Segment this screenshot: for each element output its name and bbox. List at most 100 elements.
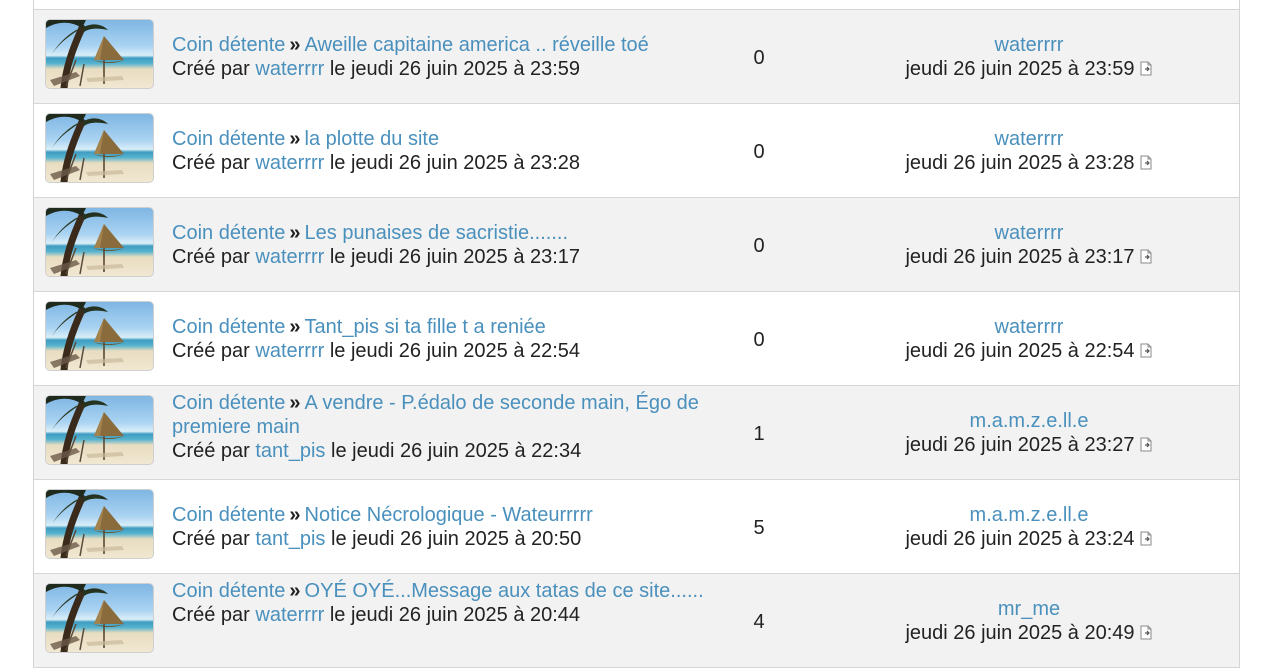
topic-title-link[interactable]: Aweille capitaine america .. réveille to… [305, 34, 649, 56]
go-to-last-post-icon[interactable] [1140, 246, 1153, 264]
forum-link[interactable]: Coin détente [172, 580, 285, 602]
last-post: waterrrr jeudi 26 juin 2025 à 23:59 [879, 33, 1179, 81]
topic-row: Coin détente» Tant_pis si ta fille t a re… [34, 292, 1239, 386]
breadcrumb-separator: » [289, 504, 301, 526]
reply-count: 4 [753, 611, 765, 633]
topic-meta: Créé par waterrrr le jeudi 26 juin 2025 … [172, 339, 707, 363]
forum-link[interactable]: Coin détente [172, 128, 285, 150]
author-link[interactable]: tant_pis [255, 528, 325, 550]
topic-thumbnail[interactable] [45, 113, 154, 183]
last-post-user[interactable]: waterrrr [995, 316, 1064, 338]
author-link[interactable]: waterrrr [255, 58, 324, 80]
last-post: waterrrr jeudi 26 juin 2025 à 22:54 [879, 315, 1179, 363]
forum-link[interactable]: Coin détente [172, 222, 285, 244]
topic-info: Coin détente» Tant_pis si ta fille t a re… [172, 315, 707, 363]
forum-link[interactable]: Coin détente [172, 316, 285, 338]
go-to-last-post-icon[interactable] [1140, 528, 1153, 546]
last-post-user[interactable]: m.a.m.z.e.ll.e [970, 504, 1089, 526]
topic-row: Coin détente» Notice Nécrologique - Wateu… [34, 480, 1239, 574]
date-prefix: le [329, 58, 346, 80]
topic-row: Coin détente» A vendre - P.édalo de secon… [34, 386, 1239, 480]
created-date: jeudi 26 juin 2025 à 23:28 [350, 152, 581, 174]
date-prefix: le [331, 440, 347, 462]
topic-thumbnail[interactable] [45, 19, 154, 89]
topic-info: Coin détente» Notice Nécrologique - Wateu… [172, 503, 707, 551]
topic-info: Coin détente» la plotte du site Créé par … [172, 127, 707, 175]
last-post-user[interactable]: m.a.m.z.e.ll.e [970, 410, 1089, 432]
created-by-label: Créé par [172, 152, 250, 174]
go-to-last-post-icon[interactable] [1140, 58, 1153, 76]
go-to-last-post-icon[interactable] [1140, 622, 1153, 640]
created-by-label: Créé par [172, 440, 250, 462]
topic-list: Coin détente» Aweille capitaine america .… [33, 0, 1240, 668]
forum-link[interactable]: Coin détente [172, 504, 285, 526]
last-post: mr_me jeudi 26 juin 2025 à 20:49 [879, 597, 1179, 645]
created-date: jeudi 26 juin 2025 à 22:54 [350, 340, 581, 362]
breadcrumb-separator: » [289, 580, 301, 602]
topic-meta: Créé par waterrrr le jeudi 26 juin 2025 … [172, 603, 707, 627]
last-post-user[interactable]: waterrrr [995, 128, 1064, 150]
topic-meta: Créé par waterrrr le jeudi 26 juin 2025 … [172, 245, 707, 269]
last-post-date: jeudi 26 juin 2025 à 23:27 [905, 434, 1135, 456]
last-post: m.a.m.z.e.ll.e jeudi 26 juin 2025 à 23:2… [879, 503, 1179, 551]
topic-title-link[interactable]: la plotte du site [305, 128, 440, 150]
created-date: jeudi 26 juin 2025 à 20:44 [350, 604, 581, 626]
date-prefix: le [329, 246, 346, 268]
created-by-label: Créé par [172, 246, 250, 268]
last-post-user[interactable]: mr_me [998, 598, 1060, 620]
created-date: jeudi 26 juin 2025 à 23:59 [350, 58, 581, 80]
topic-info: Coin détente» Les punaises de sacristie..… [172, 221, 707, 269]
last-post: waterrrr jeudi 26 juin 2025 à 23:17 [879, 221, 1179, 269]
reply-count: 0 [753, 47, 765, 69]
topic-thumbnail[interactable] [45, 489, 154, 559]
topic-thumbnail[interactable] [45, 395, 154, 465]
topic-row [34, 0, 1239, 10]
breadcrumb-separator: » [289, 392, 301, 414]
author-link[interactable]: waterrrr [255, 604, 324, 626]
last-post-date: jeudi 26 juin 2025 à 23:17 [905, 246, 1135, 268]
topic-thumbnail[interactable] [45, 207, 154, 277]
go-to-last-post-icon[interactable] [1140, 340, 1153, 358]
reply-count: 0 [753, 329, 765, 351]
last-post-date: jeudi 26 juin 2025 à 22:54 [905, 340, 1135, 362]
last-post-user[interactable]: waterrrr [995, 34, 1064, 56]
go-to-last-post-icon[interactable] [1140, 434, 1153, 452]
reply-count: 5 [753, 517, 765, 539]
breadcrumb-separator: » [289, 316, 301, 338]
topic-thumbnail[interactable] [45, 583, 154, 653]
created-by-label: Créé par [172, 528, 250, 550]
author-link[interactable]: tant_pis [255, 440, 325, 462]
topic-meta: Créé par tant_pis le jeudi 26 juin 2025 … [172, 527, 707, 551]
topic-thumbnail[interactable] [45, 301, 154, 371]
topic-info: Coin détente» A vendre - P.édalo de secon… [172, 391, 707, 463]
date-prefix: le [329, 340, 346, 362]
topic-row: Coin détente» Les punaises de sacristie..… [34, 198, 1239, 292]
author-link[interactable]: waterrrr [255, 340, 324, 362]
topic-title-link[interactable]: Les punaises de sacristie....... [305, 222, 568, 244]
last-post: waterrrr jeudi 26 juin 2025 à 23:28 [879, 127, 1179, 175]
reply-count: 0 [753, 141, 765, 163]
topic-title-link[interactable]: Notice Nécrologique - Wateurrrrr [305, 504, 593, 526]
created-date: jeudi 26 juin 2025 à 20:50 [352, 528, 582, 550]
topic-row: Coin détente» OYÉ OYÉ...Message aux tatas… [34, 574, 1239, 668]
reply-count: 0 [753, 235, 765, 257]
topic-title-link[interactable]: Tant_pis si ta fille t a reniée [305, 316, 546, 338]
last-post-user[interactable]: waterrrr [995, 222, 1064, 244]
breadcrumb-separator: » [289, 34, 301, 56]
go-to-last-post-icon[interactable] [1140, 152, 1153, 170]
created-by-label: Créé par [172, 58, 250, 80]
last-post: m.a.m.z.e.ll.e jeudi 26 juin 2025 à 23:2… [879, 409, 1179, 457]
last-post-date: jeudi 26 juin 2025 à 23:28 [905, 152, 1135, 174]
last-post-date: jeudi 26 juin 2025 à 23:59 [905, 58, 1135, 80]
forum-link[interactable]: Coin détente [172, 34, 285, 56]
forum-link[interactable]: Coin détente [172, 392, 285, 414]
date-prefix: le [329, 604, 346, 626]
topic-info: Coin détente» OYÉ OYÉ...Message aux tatas… [172, 579, 707, 627]
topic-info: Coin détente» Aweille capitaine america .… [172, 33, 707, 81]
reply-count: 1 [753, 423, 765, 445]
author-link[interactable]: waterrrr [255, 246, 324, 268]
last-post-date: jeudi 26 juin 2025 à 23:24 [905, 528, 1135, 550]
topic-title-link[interactable]: OYÉ OYÉ...Message aux tatas de ce site..… [305, 580, 704, 602]
author-link[interactable]: waterrrr [255, 152, 324, 174]
created-by-label: Créé par [172, 604, 250, 626]
